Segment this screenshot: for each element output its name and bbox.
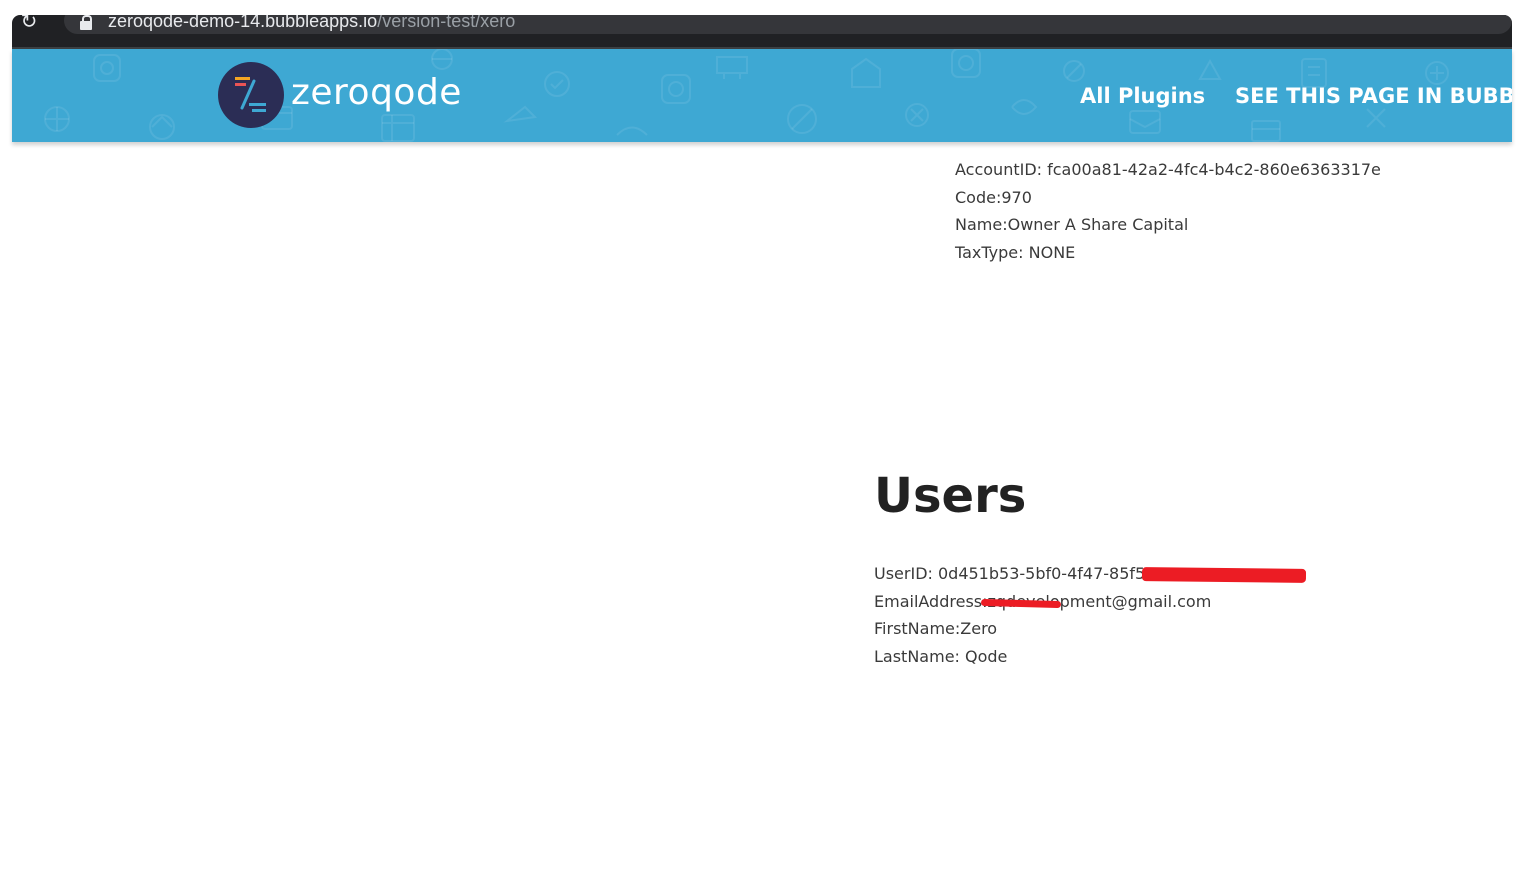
nav-all-plugins-link[interactable]: All Plugins [1080,83,1205,109]
account-name: Name:Owner A Share Capital [955,215,1189,234]
reload-icon[interactable]: ↻ [14,15,44,33]
site-header: zeroqode All Plugins SEE THIS PAGE IN BU… [12,49,1512,142]
user-last-name: LastName: Qode [874,646,1008,666]
browser-toolbar: ↻ zeroqode-demo-14.bubbleapps.io/version… [12,15,1512,47]
redaction-mark-user-id [1141,567,1307,583]
account-details: AccountID: fca00a81-42a2-4fc4-b4c2-860e6… [955,156,1381,266]
zeroqode-logo-icon[interactable] [218,62,284,128]
nav-see-page-in-bubble-link[interactable]: SEE THIS PAGE IN BUBBLE E [1235,83,1512,109]
user-first-name: FirstName:Zero [874,619,998,638]
address-bar[interactable]: zeroqode-demo-14.bubbleapps.io/version-t… [64,15,1512,34]
lock-icon[interactable] [80,15,92,31]
account-tax-type: TaxType: NONE [955,242,1076,262]
account-code: Code:970 [955,187,1032,207]
account-id: AccountID: fca00a81-42a2-4fc4-b4c2-860e6… [955,160,1381,179]
users-heading: Users [874,468,1027,524]
url-text[interactable]: zeroqode-demo-14.bubbleapps.io/version-t… [108,15,515,31]
url-path: /version-test/xero [377,15,516,31]
url-host: zeroqode-demo-14.bubbleapps.io [108,15,378,31]
logo-wordmark[interactable]: zeroqode [291,71,462,115]
